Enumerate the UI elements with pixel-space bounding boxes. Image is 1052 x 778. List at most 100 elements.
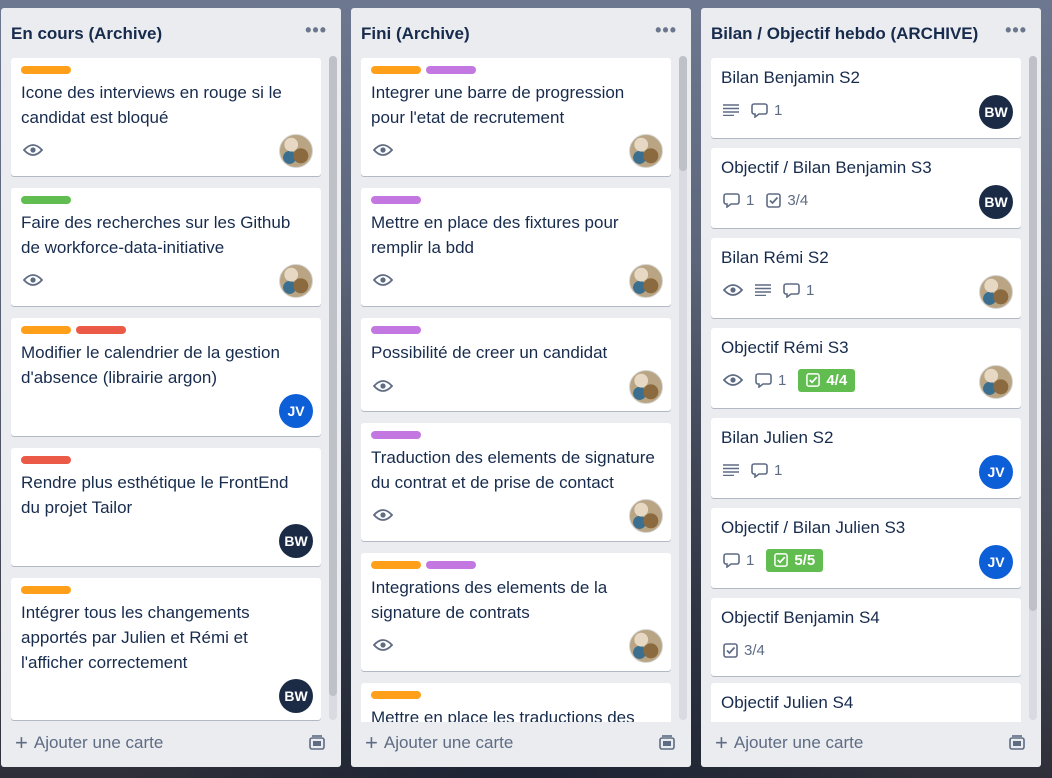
card[interactable]: Integrer une barre de progression pour l… [361, 58, 671, 176]
member-avatar[interactable]: BW [979, 185, 1013, 219]
description-icon [723, 104, 739, 116]
card[interactable]: Objectif / Bilan Benjamin S3 1 3/4 BW [711, 148, 1021, 228]
label-orange[interactable] [371, 691, 421, 699]
card-title: Integrations des elements de la signatur… [371, 578, 608, 622]
label-red[interactable] [21, 456, 71, 464]
label-orange[interactable] [21, 326, 71, 334]
label-purple[interactable] [426, 561, 476, 569]
member-avatar[interactable] [279, 134, 313, 168]
card-template-icon[interactable] [1009, 735, 1025, 751]
card-labels[interactable] [21, 456, 76, 464]
list-menu-icon[interactable]: ••• [655, 20, 677, 41]
label-purple[interactable] [371, 326, 421, 334]
member-avatar[interactable]: JV [279, 394, 313, 428]
label-orange[interactable] [371, 66, 421, 74]
card-title: Mettre en place les traductions des [371, 708, 635, 722]
list-scrollbar[interactable] [329, 56, 337, 720]
list-scrollbar[interactable] [679, 56, 687, 720]
comment-icon [783, 282, 800, 298]
add-card-button[interactable]: + Ajouter une carte [365, 732, 514, 754]
list-title[interactable]: En cours (Archive) [11, 24, 162, 44]
label-green[interactable] [21, 196, 71, 204]
card-labels[interactable] [371, 196, 426, 204]
member-avatar[interactable] [629, 134, 663, 168]
card-labels[interactable] [371, 66, 481, 74]
card[interactable]: Icone des interviews en rouge si le cand… [11, 58, 321, 176]
card[interactable]: Objectif / Bilan Julien S3 1 5/5 JV [711, 508, 1021, 588]
member-avatar[interactable]: BW [979, 95, 1013, 129]
card[interactable]: Rendre plus esthétique le FrontEnd du pr… [11, 448, 321, 566]
plus-icon: + [715, 730, 728, 755]
card[interactable]: Bilan Benjamin S2 1 BW [711, 58, 1021, 138]
watch-icon [373, 273, 393, 287]
card-labels[interactable] [21, 326, 131, 334]
member-avatar[interactable] [629, 499, 663, 533]
list-title[interactable]: Bilan / Objectif hebdo (ARCHIVE) [711, 24, 978, 44]
description-icon [755, 284, 771, 296]
add-card-button[interactable]: + Ajouter une carte [715, 730, 863, 755]
card[interactable]: Mettre en place des fixtures pour rempli… [361, 188, 671, 306]
card[interactable]: Intégrer tous les changements apportés p… [11, 578, 321, 720]
card[interactable]: Bilan Rémi S2 1 [711, 238, 1021, 318]
card[interactable]: Bilan Julien S2 1 JV [711, 418, 1021, 498]
card[interactable]: Modifier le calendrier de la gestion d'a… [11, 318, 321, 436]
label-purple[interactable] [426, 66, 476, 74]
add-card-label: Ajouter une carte [383, 733, 514, 752]
watch-icon [23, 273, 43, 287]
member-avatar[interactable] [629, 370, 663, 404]
scroll-thumb[interactable] [679, 56, 687, 171]
label-purple[interactable] [371, 431, 421, 439]
card[interactable]: Traduction des elements de signature du … [361, 423, 671, 541]
list-title[interactable]: Fini (Archive) [361, 24, 470, 44]
list-menu-icon[interactable]: ••• [1005, 20, 1027, 41]
label-orange[interactable] [371, 561, 421, 569]
list-en-cours: En cours (Archive) ••• Icone des intervi… [1, 8, 341, 767]
checklist-icon [723, 642, 738, 658]
watch-icon [373, 379, 393, 393]
card[interactable]: Mettre en place les traductions des [361, 683, 671, 722]
card[interactable]: Objectif Rémi S3 1 4/4 [711, 328, 1021, 408]
card-template-icon[interactable] [659, 735, 675, 751]
member-avatar[interactable] [979, 275, 1013, 309]
card[interactable]: Possibilité de creer un candidat [361, 318, 671, 411]
label-orange[interactable] [21, 586, 71, 594]
card-title: Icone des interviews en rouge si le cand… [21, 83, 282, 127]
card-template-icon[interactable] [309, 735, 325, 751]
card-labels[interactable] [371, 561, 481, 569]
card-labels[interactable] [21, 66, 76, 74]
list-header[interactable]: Fini (Archive) ••• [351, 8, 691, 58]
card-labels[interactable] [21, 196, 76, 204]
member-avatar[interactable]: JV [979, 545, 1013, 579]
list-footer: + Ajouter une carte [1, 722, 341, 767]
card-title: Objectif Rémi S3 [721, 338, 849, 357]
label-purple[interactable] [371, 196, 421, 204]
member-avatar[interactable]: BW [279, 524, 313, 558]
label-red[interactable] [76, 326, 126, 334]
member-avatar[interactable]: JV [979, 455, 1013, 489]
card-badges [23, 268, 43, 292]
list-menu-icon[interactable]: ••• [305, 20, 327, 41]
member-avatar[interactable] [979, 365, 1013, 399]
add-card-button[interactable]: + Ajouter une carte [15, 730, 163, 755]
card-badges [23, 138, 43, 162]
card-labels[interactable] [371, 326, 426, 334]
scroll-thumb[interactable] [1029, 56, 1037, 611]
card[interactable]: Objectif Benjamin S4 3/4 [711, 598, 1021, 676]
list-header[interactable]: Bilan / Objectif hebdo (ARCHIVE) ••• [701, 8, 1041, 58]
member-avatar[interactable]: BW [279, 679, 313, 713]
member-avatar[interactable] [279, 264, 313, 298]
card-labels[interactable] [21, 586, 76, 594]
card-badges: 1 4/4 [723, 368, 856, 392]
list-header[interactable]: En cours (Archive) ••• [1, 8, 341, 58]
label-orange[interactable] [21, 66, 71, 74]
card[interactable]: Faire des recherches sur les Github de w… [11, 188, 321, 306]
scroll-thumb[interactable] [329, 56, 337, 696]
card[interactable]: Integrations des elements de la signatur… [361, 553, 671, 671]
plus-icon: + [15, 730, 28, 755]
member-avatar[interactable] [629, 264, 663, 298]
member-avatar[interactable] [629, 629, 663, 663]
list-scrollbar[interactable] [1029, 56, 1037, 720]
card-labels[interactable] [371, 691, 426, 699]
card-labels[interactable] [371, 431, 426, 439]
card[interactable]: Objectif Julien S4 [711, 683, 1021, 722]
